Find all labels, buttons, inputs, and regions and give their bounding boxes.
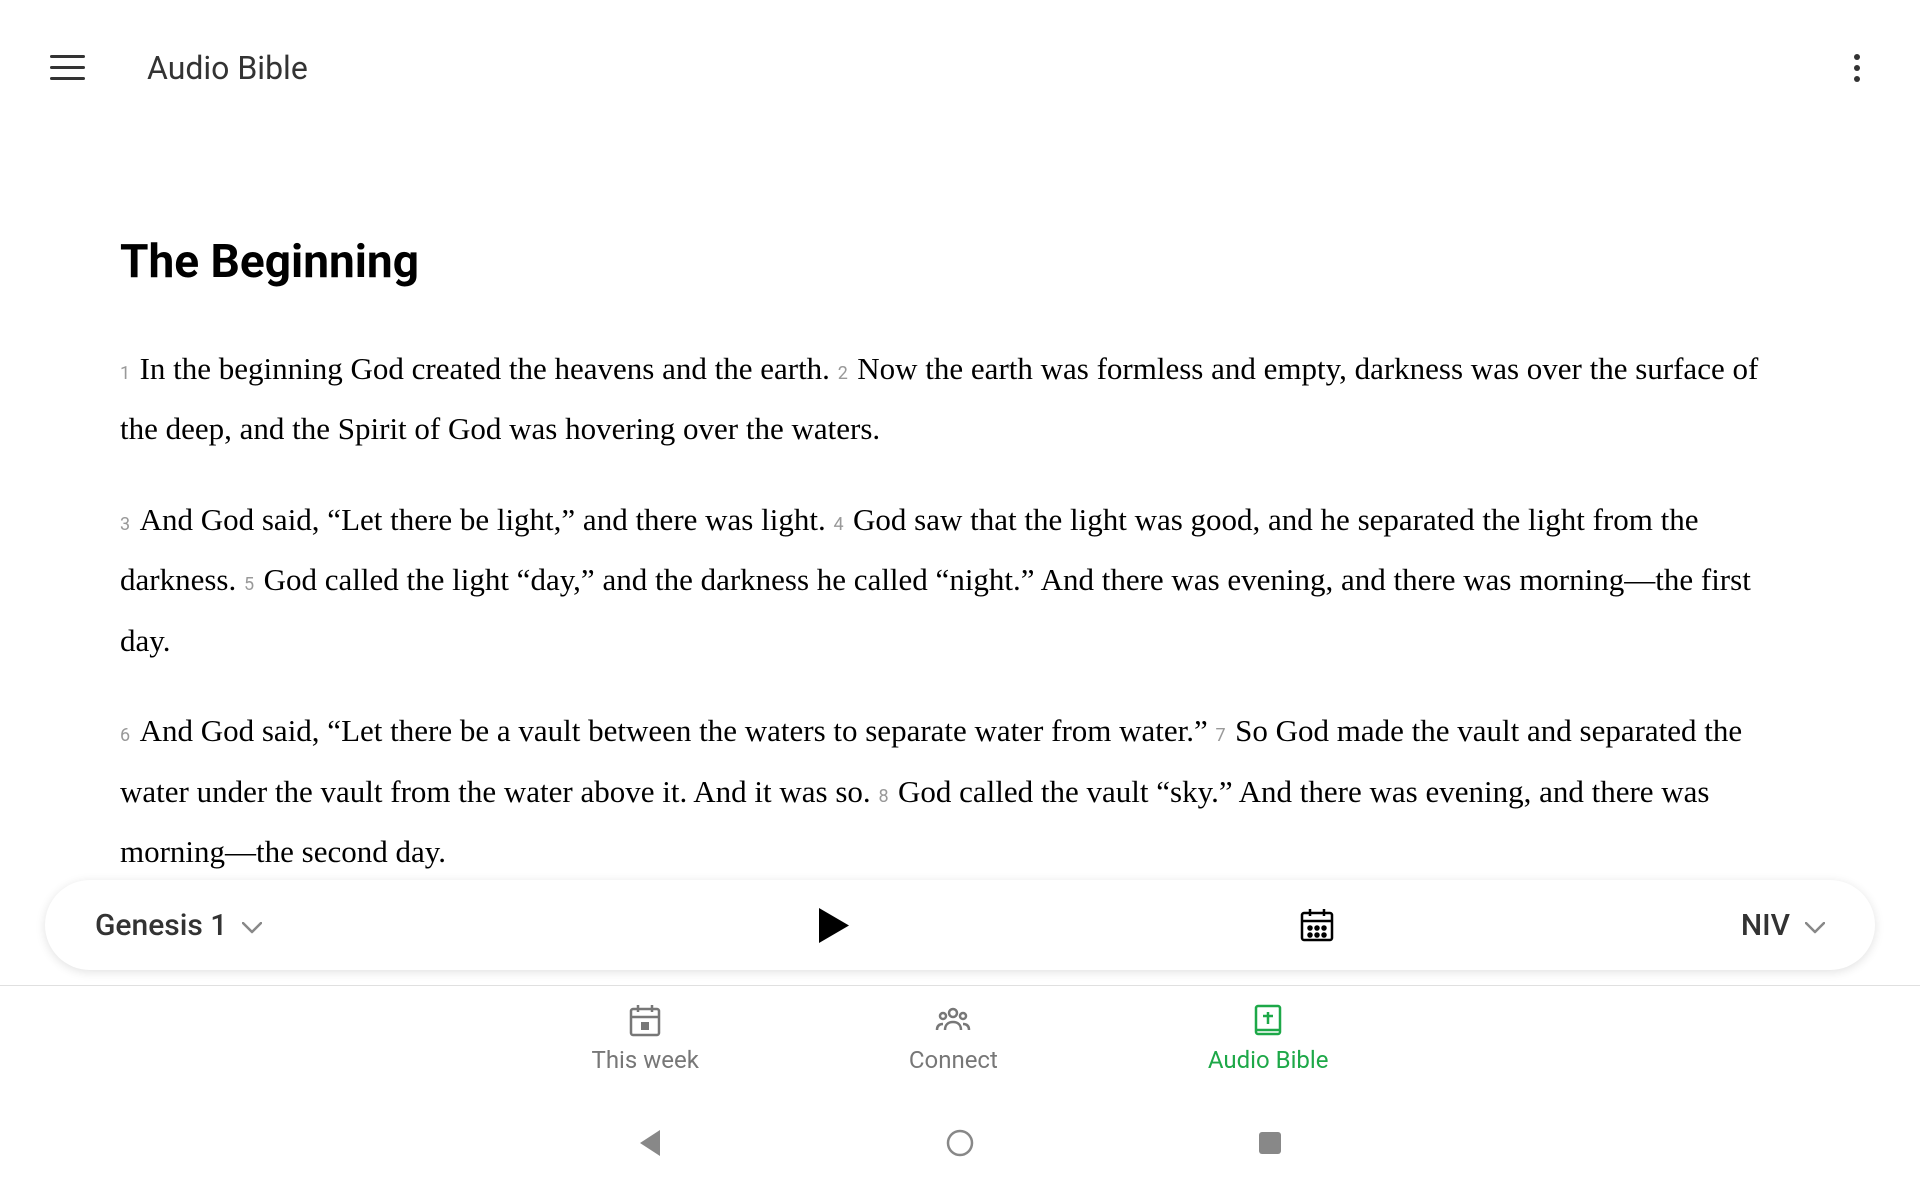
top-bar-left: Audio Bible <box>50 49 308 87</box>
nav-item-audio-bible[interactable]: Audio Bible <box>1208 1002 1329 1074</box>
translation-selector[interactable]: NIV <box>1741 908 1825 943</box>
verse-text: And God said, “Let there be light,” and … <box>140 502 834 537</box>
system-recent-button[interactable] <box>1255 1128 1285 1162</box>
nav-label: Connect <box>909 1046 998 1074</box>
verse-text: God called the light “day,” and the dark… <box>120 562 1751 657</box>
people-icon <box>935 1002 971 1038</box>
system-back-button[interactable] <box>635 1128 665 1162</box>
verse-number: 5 <box>244 574 259 595</box>
verse-number: 6 <box>120 725 135 746</box>
chapter-label: Genesis 1 <box>95 908 227 943</box>
system-navigation <box>0 1090 1920 1200</box>
chevron-down-icon <box>1805 919 1825 931</box>
verse-number: 1 <box>120 363 135 384</box>
menu-icon[interactable] <box>50 55 85 80</box>
top-bar: Audio Bible <box>0 0 1920 135</box>
verse-number: 3 <box>120 514 135 535</box>
calendar-button[interactable] <box>1299 907 1335 943</box>
scripture-content[interactable]: The Beginning 1 In the beginning God cre… <box>0 135 1920 990</box>
scripture-paragraph: 1 In the beginning God created the heave… <box>120 339 1800 460</box>
nav-item-this-week[interactable]: This week <box>592 1002 699 1074</box>
calendar-icon <box>627 1002 663 1038</box>
verse-number: 8 <box>878 786 893 807</box>
scripture-paragraph: 6 And God said, “Let there be a vault be… <box>120 701 1800 882</box>
app-title: Audio Bible <box>147 49 308 87</box>
nav-label: Audio Bible <box>1208 1046 1329 1074</box>
play-button[interactable] <box>819 908 849 943</box>
verse-number: 4 <box>833 514 848 535</box>
more-options-icon[interactable] <box>1844 44 1870 92</box>
translation-label: NIV <box>1741 908 1790 943</box>
chevron-down-icon <box>242 919 262 931</box>
scripture-paragraph: 3 And God said, “Let there be light,” an… <box>120 490 1800 671</box>
nav-label: This week <box>592 1046 699 1074</box>
verse-number: 2 <box>838 363 853 384</box>
player-controls <box>412 907 1741 943</box>
bottom-navigation: This week Connect Audio Bible <box>0 985 1920 1090</box>
verse-text: In the beginning God created the heavens… <box>140 351 838 386</box>
verse-text: And God said, “Let there be a vault betw… <box>140 713 1216 748</box>
player-bar: Genesis 1 <box>45 880 1875 970</box>
nav-item-connect[interactable]: Connect <box>909 1002 998 1074</box>
chapter-selector[interactable]: Genesis 1 <box>95 908 262 943</box>
verse-number: 7 <box>1216 725 1231 746</box>
section-title: The Beginning <box>120 235 1800 289</box>
bible-icon <box>1250 1002 1286 1038</box>
system-home-button[interactable] <box>945 1128 975 1162</box>
